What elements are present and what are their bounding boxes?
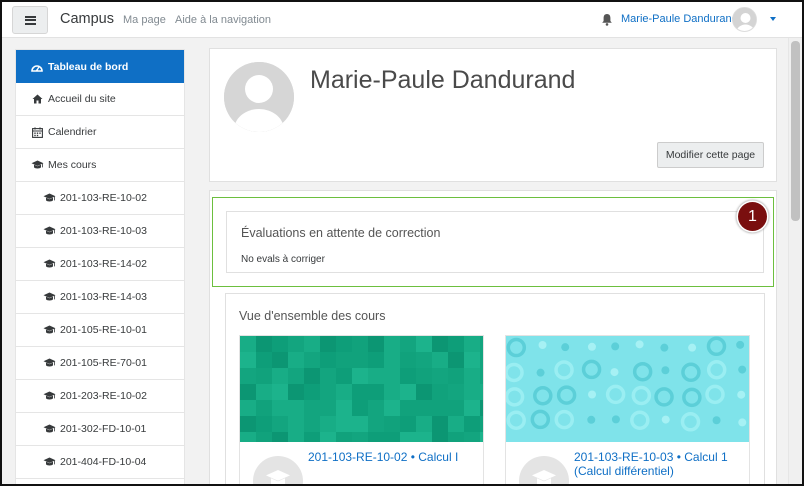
graduation-cap-icon <box>42 291 56 303</box>
course-pattern-image <box>506 336 749 442</box>
sidebar-item-my-courses[interactable]: Mes cours <box>16 149 184 182</box>
course-card[interactable]: 201-103-RE-10-03 • Calcul 1 (Calcul diff… <box>505 335 750 484</box>
sidebar-item-course-4[interactable]: 201-103-RE-14-03 <box>16 281 184 314</box>
bell-icon[interactable] <box>601 13 613 26</box>
course-image[interactable] <box>506 336 749 442</box>
sidebar-item-label: Calendrier <box>48 126 97 138</box>
nav-link-navigation-help[interactable]: Aide à la navigation <box>175 14 271 26</box>
block-content: No evals à corriger <box>241 254 325 265</box>
graduation-cap-icon <box>42 225 56 237</box>
menu-toggle-button[interactable] <box>12 6 48 34</box>
page-header: Marie-Paule Dandurand Modifier cette pag… <box>209 48 777 182</box>
sidebar-item-label: 201-103-RE-10-02 <box>60 192 147 204</box>
block-title: Évaluations en attente de correction <box>241 226 441 240</box>
page-title: Marie-Paule Dandurand <box>310 66 576 94</box>
site-name-link[interactable]: Campus <box>60 11 114 27</box>
profile-avatar <box>224 62 294 132</box>
sidebar-item-label: 201-103-RE-10-03 <box>60 225 147 237</box>
user-menu-name[interactable]: Marie-Paule Dandurand <box>621 13 738 25</box>
sidebar-item-course-1[interactable]: 201-103-RE-10-02 <box>16 182 184 215</box>
sidebar-item-dashboard[interactable]: Tableau de bord <box>16 50 184 83</box>
sidebar-item-label: 201-302-FD-10-01 <box>60 423 147 435</box>
sidebar-item-course-8[interactable]: 201-302-FD-10-01 <box>16 413 184 446</box>
course-pattern-image <box>240 336 483 442</box>
sidebar-item-course-5[interactable]: 201-105-RE-10-01 <box>16 314 184 347</box>
course-image[interactable] <box>240 336 483 442</box>
graduation-cap-icon <box>42 390 56 402</box>
hamburger-icon <box>24 15 36 25</box>
main-region: Évaluations en attente de correction No … <box>209 190 777 484</box>
calendar-icon <box>30 126 44 138</box>
sidebar-item-course-3[interactable]: 201-103-RE-14-02 <box>16 248 184 281</box>
block-title: Vue d'ensemble des cours <box>239 309 386 323</box>
sidebar-item-course-2[interactable]: 201-103-RE-10-03 <box>16 215 184 248</box>
course-icon <box>519 456 569 484</box>
course-link[interactable]: 201-103-RE-10-02 • Calcul I <box>308 450 478 464</box>
edit-page-button[interactable]: Modifier cette page <box>657 142 764 168</box>
pending-evaluations-block: Évaluations en attente de correction No … <box>226 211 764 273</box>
user-silhouette-icon <box>733 8 756 31</box>
user-avatar[interactable] <box>732 7 757 32</box>
navigation-sidebar: Tableau de bord Accueil du site Calendri… <box>15 49 185 484</box>
sidebar-item-course-9[interactable]: 201-404-FD-10-04 <box>16 446 184 479</box>
sidebar-item-label: Mes cours <box>48 159 97 171</box>
pending-evaluations-highlight: Évaluations en attente de correction No … <box>212 197 774 287</box>
sidebar-item-calendar[interactable]: Calendrier <box>16 116 184 149</box>
browser-frame: Campus Ma page Aide à la navigation Mari… <box>0 0 804 486</box>
course-link[interactable]: 201-103-RE-10-03 • Calcul 1 (Calcul diff… <box>574 450 744 478</box>
course-overview-block: Vue d'ensemble des cours 201-103-RE-10-0… <box>225 293 765 484</box>
sidebar-item-label: 201-404-FD-10-04 <box>60 456 147 468</box>
sidebar-item-label: Tableau de bord <box>48 60 129 73</box>
sidebar-item-home[interactable]: Accueil du site <box>16 83 184 116</box>
graduation-cap-icon <box>42 324 56 336</box>
graduation-cap-icon <box>42 456 56 468</box>
graduation-cap-icon <box>30 159 44 171</box>
top-navbar: Campus Ma page Aide à la navigation Mari… <box>2 2 802 38</box>
sidebar-item-label: 201-105-RE-70-01 <box>60 357 147 369</box>
user-menu-caret-icon[interactable] <box>770 17 776 21</box>
course-icon <box>253 456 303 484</box>
sidebar-item-label: 201-203-RE-10-02 <box>60 390 147 402</box>
graduation-cap-icon <box>42 258 56 270</box>
dashboard-icon <box>30 61 44 73</box>
graduation-cap-icon <box>42 357 56 369</box>
graduation-cap-icon <box>266 470 290 484</box>
sidebar-item-course-6[interactable]: 201-105-RE-70-01 <box>16 347 184 380</box>
home-icon <box>30 93 44 105</box>
sidebar-item-label: Accueil du site <box>48 93 116 105</box>
user-silhouette-icon <box>224 62 294 132</box>
sidebar-item-label: 201-103-RE-14-02 <box>60 258 147 270</box>
sidebar-item-course-7[interactable]: 201-203-RE-10-02 <box>16 380 184 413</box>
scrollbar-thumb[interactable] <box>791 41 800 221</box>
course-card[interactable]: 201-103-RE-10-02 • Calcul I <box>239 335 484 484</box>
graduation-cap-icon <box>42 192 56 204</box>
callout-number-badge: 1 <box>738 202 767 231</box>
page-scrollbar[interactable] <box>788 38 802 484</box>
graduation-cap-icon <box>42 423 56 435</box>
sidebar-item-label: 201-105-RE-10-01 <box>60 324 147 336</box>
sidebar-item-label: 201-103-RE-14-03 <box>60 291 147 303</box>
nav-link-my-page[interactable]: Ma page <box>123 14 166 26</box>
graduation-cap-icon <box>532 470 556 484</box>
